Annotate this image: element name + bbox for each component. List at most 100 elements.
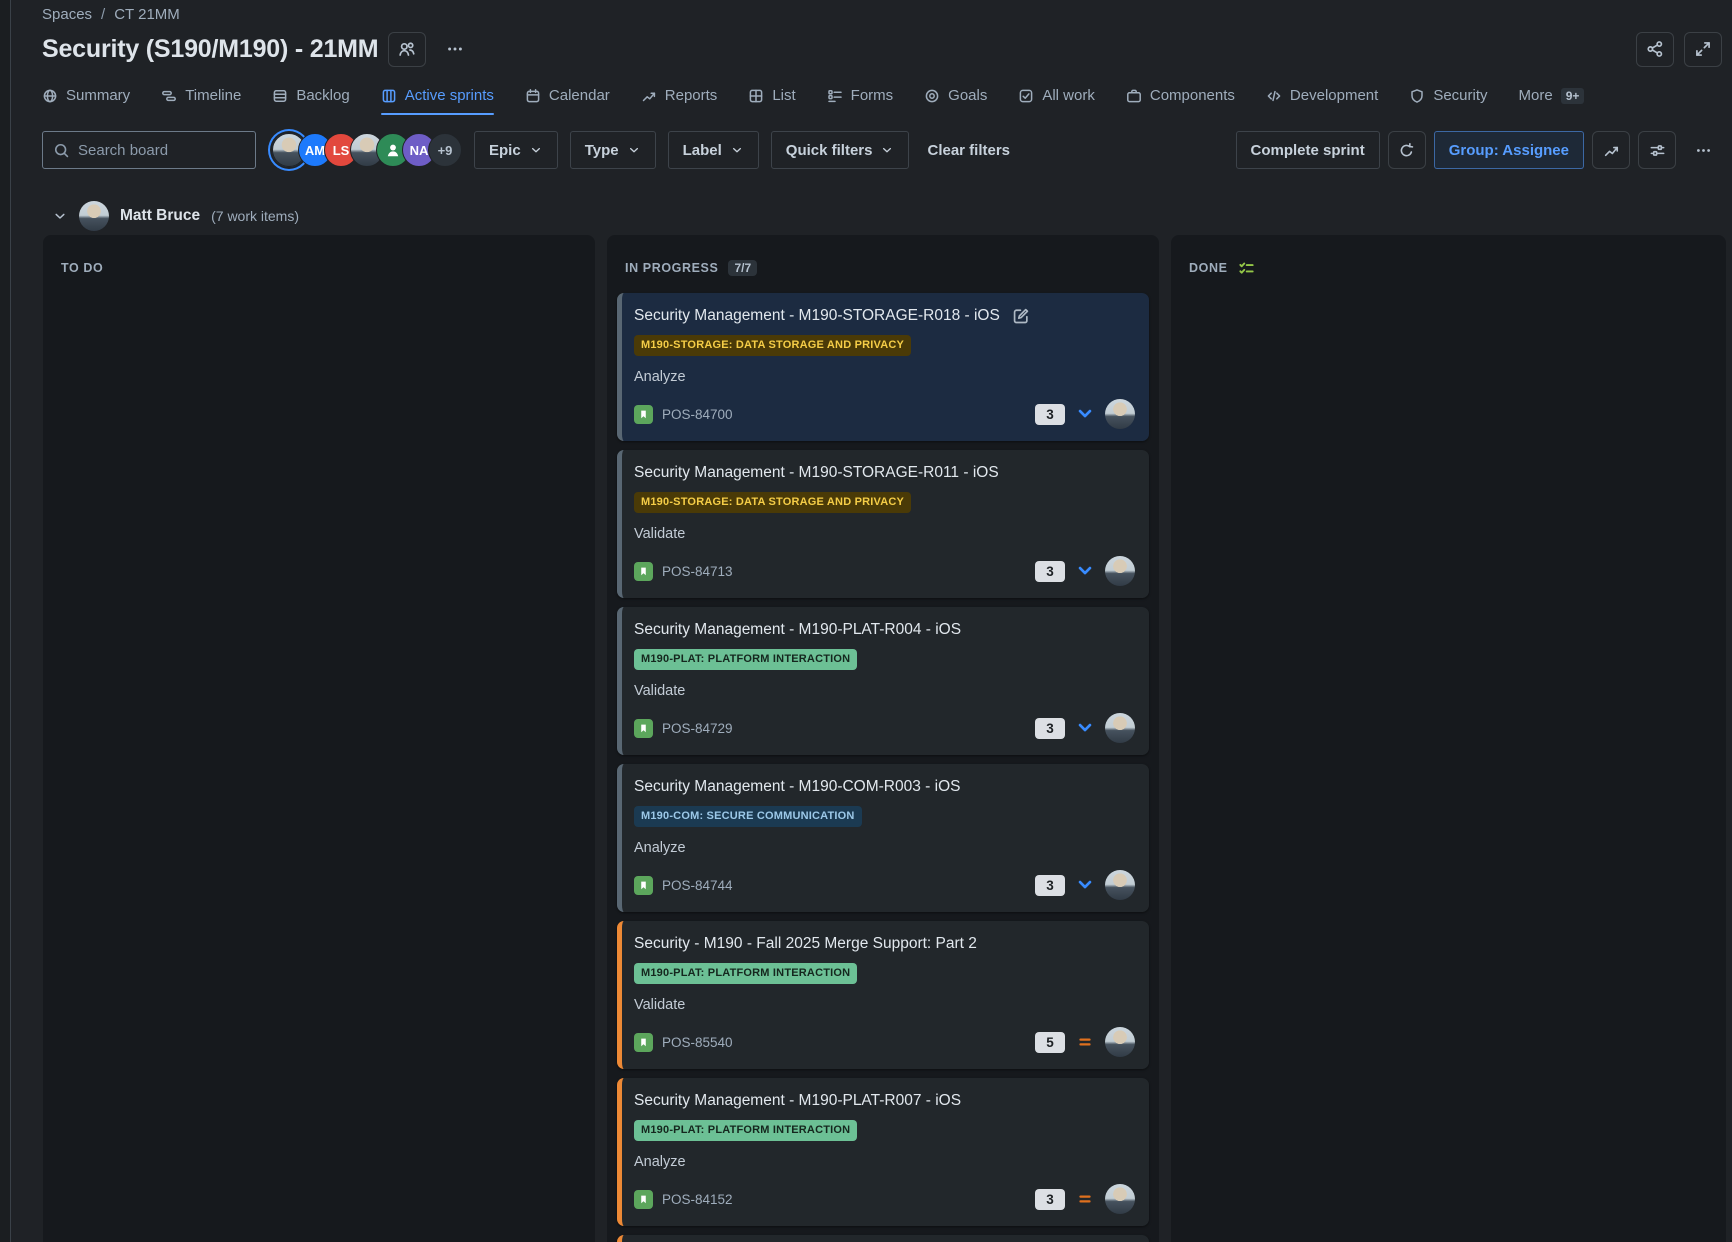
tab-list[interactable]: List [748, 87, 795, 115]
toolbar-more-button[interactable] [1684, 133, 1722, 168]
tab-components[interactable]: Components [1126, 87, 1235, 115]
estimate-badge: 3 [1035, 875, 1065, 896]
card-title: Security Management - M190-STORAGE-R011 … [634, 463, 999, 483]
tab-label: Calendar [549, 87, 610, 104]
board-icon [381, 88, 397, 104]
assignee-avatar[interactable] [1105, 556, 1135, 586]
card-footer: POS-841523 [634, 1184, 1135, 1214]
chart-icon [1603, 142, 1620, 159]
epic-label-badge: M190-STORAGE: DATA STORAGE AND PRIVACY [634, 335, 911, 356]
priority-low-icon [1076, 405, 1094, 423]
tab-label: Timeline [185, 87, 241, 104]
search-board-field[interactable] [42, 131, 256, 169]
search-input[interactable] [78, 142, 245, 159]
chevron-down-icon [730, 143, 744, 157]
tab-calendar[interactable]: Calendar [525, 87, 610, 115]
avatar-overflow-count[interactable]: +9 [428, 133, 462, 167]
card-title-row: Security Management - M190-PLAT-R004 - i… [634, 620, 1135, 640]
swimlane-header: Matt Bruce (7 work items) [0, 201, 1732, 231]
tab-goals[interactable]: Goals [924, 87, 987, 115]
tab-more[interactable]: More 9+ [1519, 87, 1585, 115]
card-footer: POS-85540 5 [634, 1027, 1135, 1057]
members-button[interactable] [388, 32, 426, 67]
priority-low-icon [1076, 719, 1094, 737]
card-status-text: Validate [634, 996, 1135, 1015]
tab-all-work[interactable]: All work [1018, 87, 1095, 115]
board-columns: TO DO IN PROGRESS7/7Security Management -… [0, 235, 1732, 1242]
view-settings-button[interactable] [1638, 131, 1676, 169]
title-row: Security (S190/M190) - 21MM [42, 29, 1722, 69]
story-type-icon [634, 1190, 653, 1209]
insights-button[interactable] [1592, 131, 1630, 169]
epic-filter-button[interactable]: Epic [474, 131, 558, 169]
shield-icon [1409, 88, 1425, 104]
backlog-icon [272, 88, 288, 104]
estimate-badge: 5 [1035, 1032, 1065, 1053]
tab-label: More [1519, 87, 1553, 104]
breadcrumb: Spaces/CT 21MM [42, 4, 1722, 24]
card-pos-84700[interactable]: Security Management - M190-STORAGE-R018 … [617, 293, 1149, 441]
priority-medium-icon [1076, 1033, 1094, 1051]
card-title-row: Security Management - M190-COM-R003 - iO… [634, 777, 1135, 797]
card-title-row: Security - M190 - Fall 2025 Merge Suppor… [634, 934, 1135, 954]
tab-timeline[interactable]: Timeline [161, 87, 241, 115]
breadcrumb-item-ct-21mm[interactable]: CT 21MM [114, 6, 180, 23]
code-icon [1266, 88, 1282, 104]
card-footer: POS-847133 [634, 556, 1135, 586]
assignee-avatar[interactable] [1105, 1027, 1135, 1057]
swimlane-assignee-name: Matt Bruce [120, 207, 200, 225]
assignee-avatar[interactable] [1105, 870, 1135, 900]
label-filter-button[interactable]: Label [668, 131, 759, 169]
tab-label: Security [1433, 87, 1487, 104]
title-more-button[interactable] [436, 32, 474, 67]
edit-icon[interactable] [1012, 307, 1030, 325]
column-in-progress: IN PROGRESS7/7Security Management - M190… [607, 235, 1159, 1242]
board-card[interactable] [617, 1235, 1149, 1242]
tab-development[interactable]: Development [1266, 87, 1378, 115]
tab-security[interactable]: Security [1409, 87, 1487, 115]
issue-key: POS-84729 [662, 721, 733, 736]
epic-label-badge: M190-COM: SECURE COMMUNICATION [634, 806, 862, 827]
column-name: TO DO [61, 261, 103, 275]
assignee-avatar[interactable] [1105, 1184, 1135, 1214]
issue-key: POS-85540 [662, 1035, 733, 1050]
card-status-text: Validate [634, 682, 1135, 701]
epic-label-badge: M190-STORAGE: DATA STORAGE AND PRIVACY [634, 492, 911, 513]
sidebar-edge [0, 0, 11, 1242]
estimate-badge: 3 [1035, 404, 1065, 425]
clear-filters-button[interactable]: Clear filters [921, 142, 1016, 159]
collapse-chevron-icon[interactable] [52, 208, 68, 224]
share-button[interactable] [1636, 32, 1674, 67]
assignee-filter-avatars: AMLSNA+9 [272, 133, 462, 167]
board-toolbar: AMLSNA+9 Epic Type Label Quick filters Clea… [0, 131, 1732, 169]
card-pos-84729[interactable]: Security Management - M190-PLAT-R004 - i… [617, 607, 1149, 755]
column-to-do: TO DO [43, 235, 595, 1242]
tab-backlog[interactable]: Backlog [272, 87, 349, 115]
tab-more-count-badge: 9+ [1561, 88, 1585, 104]
assignee-avatar[interactable] [1105, 713, 1135, 743]
group-by-button[interactable]: Group: Assignee [1434, 131, 1584, 169]
tab-forms[interactable]: Forms [827, 87, 894, 115]
card-pos-84713[interactable]: Security Management - M190-STORAGE-R011 … [617, 450, 1149, 598]
tab-summary[interactable]: Summary [42, 87, 130, 115]
type-filter-button[interactable]: Type [570, 131, 656, 169]
story-type-icon [634, 562, 653, 581]
target-icon [924, 88, 940, 104]
view-tabs: Summary Timeline Backlog Active sprints Cale… [42, 82, 1722, 115]
card-pos-84152[interactable]: Security Management - M190-PLAT-R007 - i… [617, 1078, 1149, 1226]
card-pos-84744[interactable]: Security Management - M190-COM-R003 - iO… [617, 764, 1149, 912]
breadcrumb-item-spaces[interactable]: Spaces [42, 6, 92, 23]
complete-sprint-button[interactable]: Complete sprint [1236, 131, 1380, 169]
tab-reports[interactable]: Reports [641, 87, 718, 115]
ellipsis-icon [1695, 142, 1712, 159]
card-pos-85540[interactable]: Security - M190 - Fall 2025 Merge Suppor… [617, 921, 1149, 1069]
card-footer: POS-847003 [634, 399, 1135, 429]
assignee-avatar[interactable] [1105, 399, 1135, 429]
automation-button[interactable] [1388, 131, 1426, 169]
quick-filters-filter-button[interactable]: Quick filters [771, 131, 910, 169]
card-label-row: M190-COM: SECURE COMMUNICATION [634, 797, 1135, 827]
column-count-badge: 7/7 [728, 260, 757, 276]
fullscreen-button[interactable] [1684, 32, 1722, 67]
dropdown-label: Quick filters [786, 142, 873, 159]
tab-active-sprints[interactable]: Active sprints [381, 87, 494, 115]
